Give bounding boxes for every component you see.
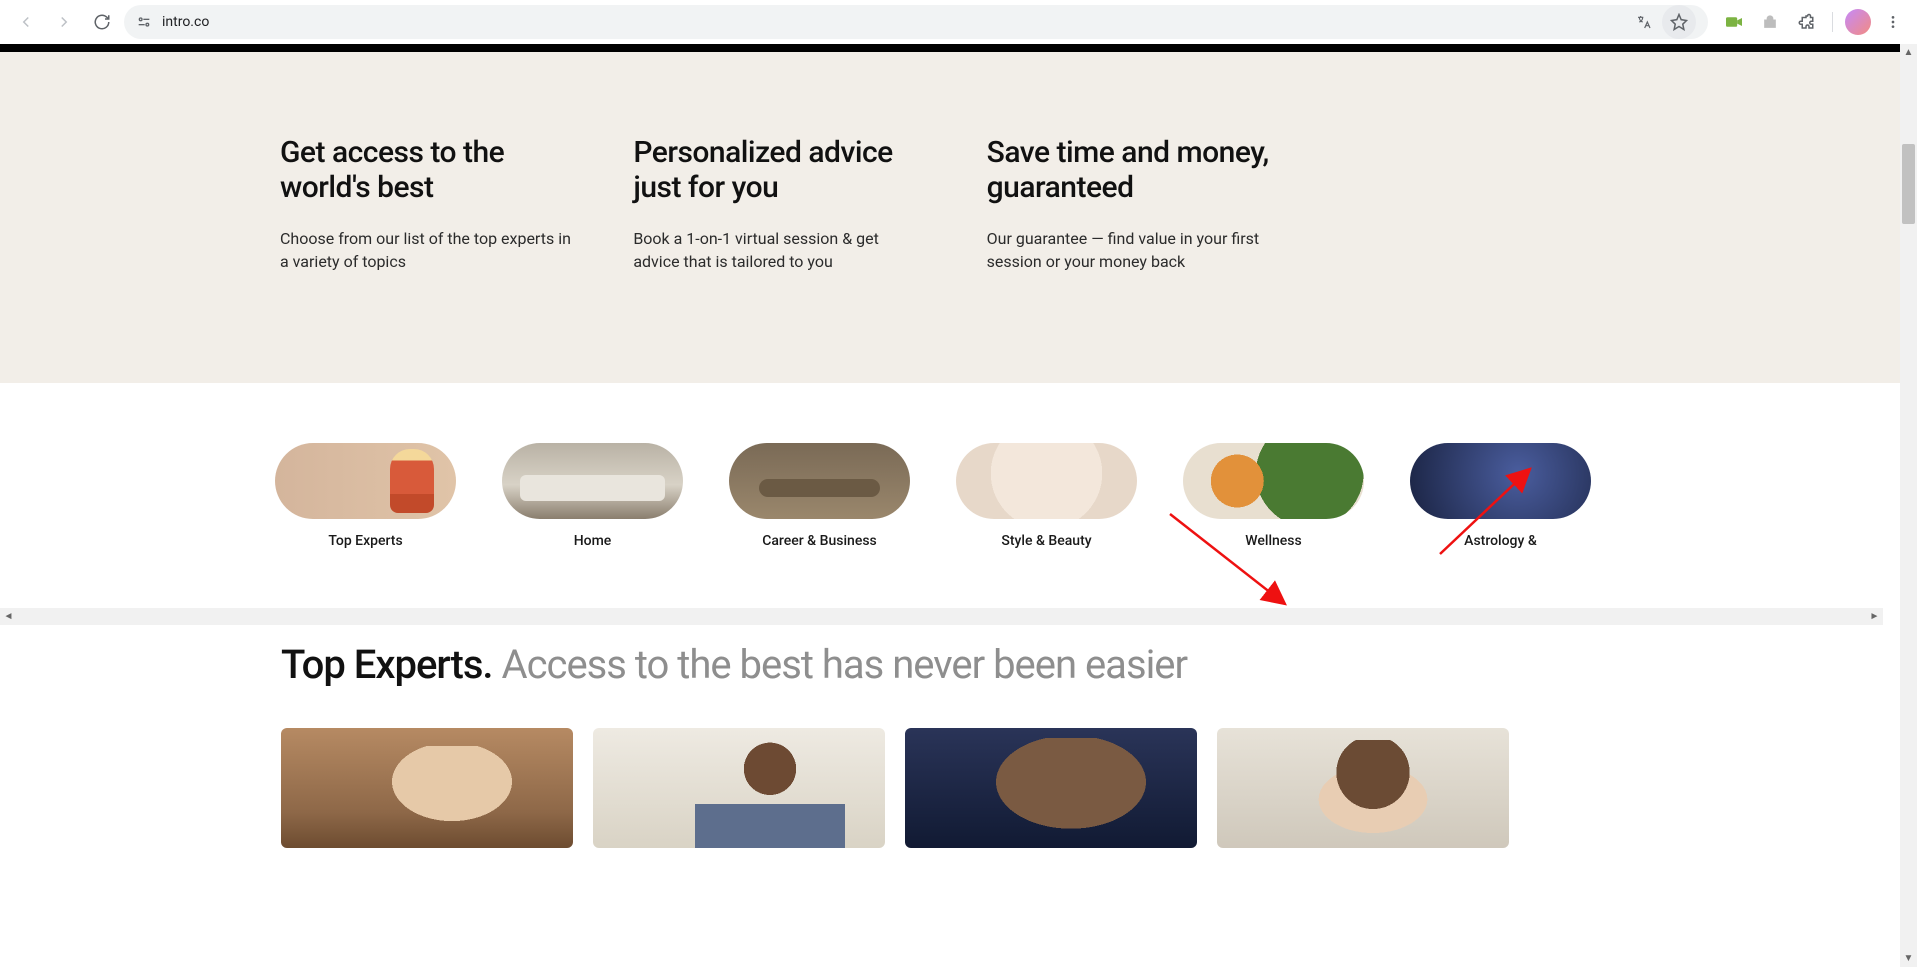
features-section: Get access to the world's best Choose fr… bbox=[0, 52, 1900, 383]
reload-button[interactable] bbox=[86, 6, 118, 38]
expert-card[interactable] bbox=[281, 728, 573, 848]
chrome-menu-icon[interactable] bbox=[1879, 8, 1907, 36]
category-style-beauty[interactable]: Style & Beauty bbox=[956, 443, 1137, 549]
profile-avatar[interactable] bbox=[1845, 9, 1871, 35]
feature-title: Save time and money, guaranteed bbox=[987, 136, 1280, 205]
feature-title: Personalized advice just for you bbox=[633, 136, 926, 205]
heading-bold: Top Experts. bbox=[281, 641, 493, 688]
category-astrology[interactable]: Astrology & bbox=[1410, 443, 1591, 549]
category-image bbox=[1183, 443, 1364, 519]
category-label: Career & Business bbox=[729, 533, 910, 549]
category-wellness[interactable]: Wellness bbox=[1183, 443, 1364, 549]
top-black-bar bbox=[0, 44, 1900, 52]
extension-grey-icon[interactable] bbox=[1756, 8, 1784, 36]
categories-carousel: Top Experts Home Career & Business Style… bbox=[0, 383, 1900, 625]
back-button[interactable] bbox=[10, 6, 42, 38]
expert-card[interactable] bbox=[593, 728, 885, 848]
expert-card[interactable] bbox=[905, 728, 1197, 848]
top-experts-heading: Top Experts. Access to the best has neve… bbox=[281, 641, 1900, 688]
toolbar-divider bbox=[1832, 12, 1833, 32]
address-bar[interactable]: intro.co bbox=[124, 5, 1708, 39]
scroll-down-icon[interactable]: ▼ bbox=[1900, 950, 1917, 967]
expert-card[interactable] bbox=[1217, 728, 1509, 848]
category-label: Home bbox=[502, 533, 683, 549]
extension-video-icon[interactable] bbox=[1720, 8, 1748, 36]
category-top-experts[interactable]: Top Experts bbox=[275, 443, 456, 549]
category-image bbox=[956, 443, 1137, 519]
horizontal-scrollbar[interactable]: ◄ ► bbox=[0, 608, 1883, 625]
top-experts-section: Top Experts. Access to the best has neve… bbox=[0, 625, 1900, 848]
vertical-scrollbar[interactable]: ▲ ▼ bbox=[1900, 44, 1917, 967]
scrollbar-thumb[interactable] bbox=[1902, 144, 1915, 224]
category-label: Wellness bbox=[1183, 533, 1364, 549]
url-text: intro.co bbox=[162, 14, 209, 30]
scroll-up-icon[interactable]: ▲ bbox=[1900, 44, 1917, 61]
category-home[interactable]: Home bbox=[502, 443, 683, 549]
category-image bbox=[275, 443, 456, 519]
category-label: Top Experts bbox=[275, 533, 456, 549]
browser-toolbar: intro.co bbox=[0, 0, 1917, 44]
scroll-right-icon[interactable]: ► bbox=[1866, 608, 1883, 625]
feature-access: Get access to the world's best Choose fr… bbox=[280, 136, 573, 273]
browser-actions bbox=[1714, 8, 1907, 36]
feature-title: Get access to the world's best bbox=[280, 136, 573, 205]
categories-track[interactable]: Top Experts Home Career & Business Style… bbox=[275, 443, 1591, 549]
heading-rest: Access to the best has never been easier bbox=[493, 641, 1188, 688]
site-settings-icon[interactable] bbox=[136, 14, 152, 30]
expert-cards bbox=[281, 728, 1900, 848]
translate-icon[interactable] bbox=[1636, 14, 1652, 30]
feature-desc: Choose from our list of the top experts … bbox=[280, 227, 573, 273]
bookmark-button[interactable] bbox=[1662, 5, 1696, 39]
extensions-puzzle-icon[interactable] bbox=[1792, 8, 1820, 36]
category-image bbox=[502, 443, 683, 519]
feature-desc: Book a 1-on-1 virtual session & get advi… bbox=[633, 227, 926, 273]
category-label: Astrology & bbox=[1410, 533, 1591, 549]
forward-button[interactable] bbox=[48, 6, 80, 38]
category-career-business[interactable]: Career & Business bbox=[729, 443, 910, 549]
category-image bbox=[729, 443, 910, 519]
scroll-left-icon[interactable]: ◄ bbox=[0, 608, 17, 625]
feature-personalized: Personalized advice just for you Book a … bbox=[633, 136, 926, 273]
category-label: Style & Beauty bbox=[956, 533, 1137, 549]
feature-guarantee: Save time and money, guaranteed Our guar… bbox=[987, 136, 1280, 273]
category-image bbox=[1410, 443, 1591, 519]
page-viewport: Get access to the world's best Choose fr… bbox=[0, 44, 1917, 967]
feature-desc: Our guarantee — find value in your first… bbox=[987, 227, 1280, 273]
